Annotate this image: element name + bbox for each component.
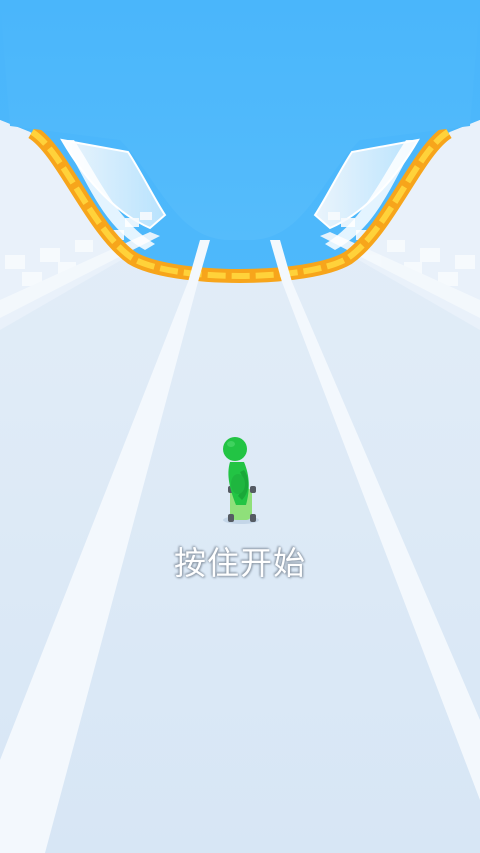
scene-canvas [0,0,480,853]
player-head [223,437,247,461]
game-scene[interactable]: 按住开始 [0,0,480,853]
hold-to-start-prompt: 按住开始 [173,544,306,582]
